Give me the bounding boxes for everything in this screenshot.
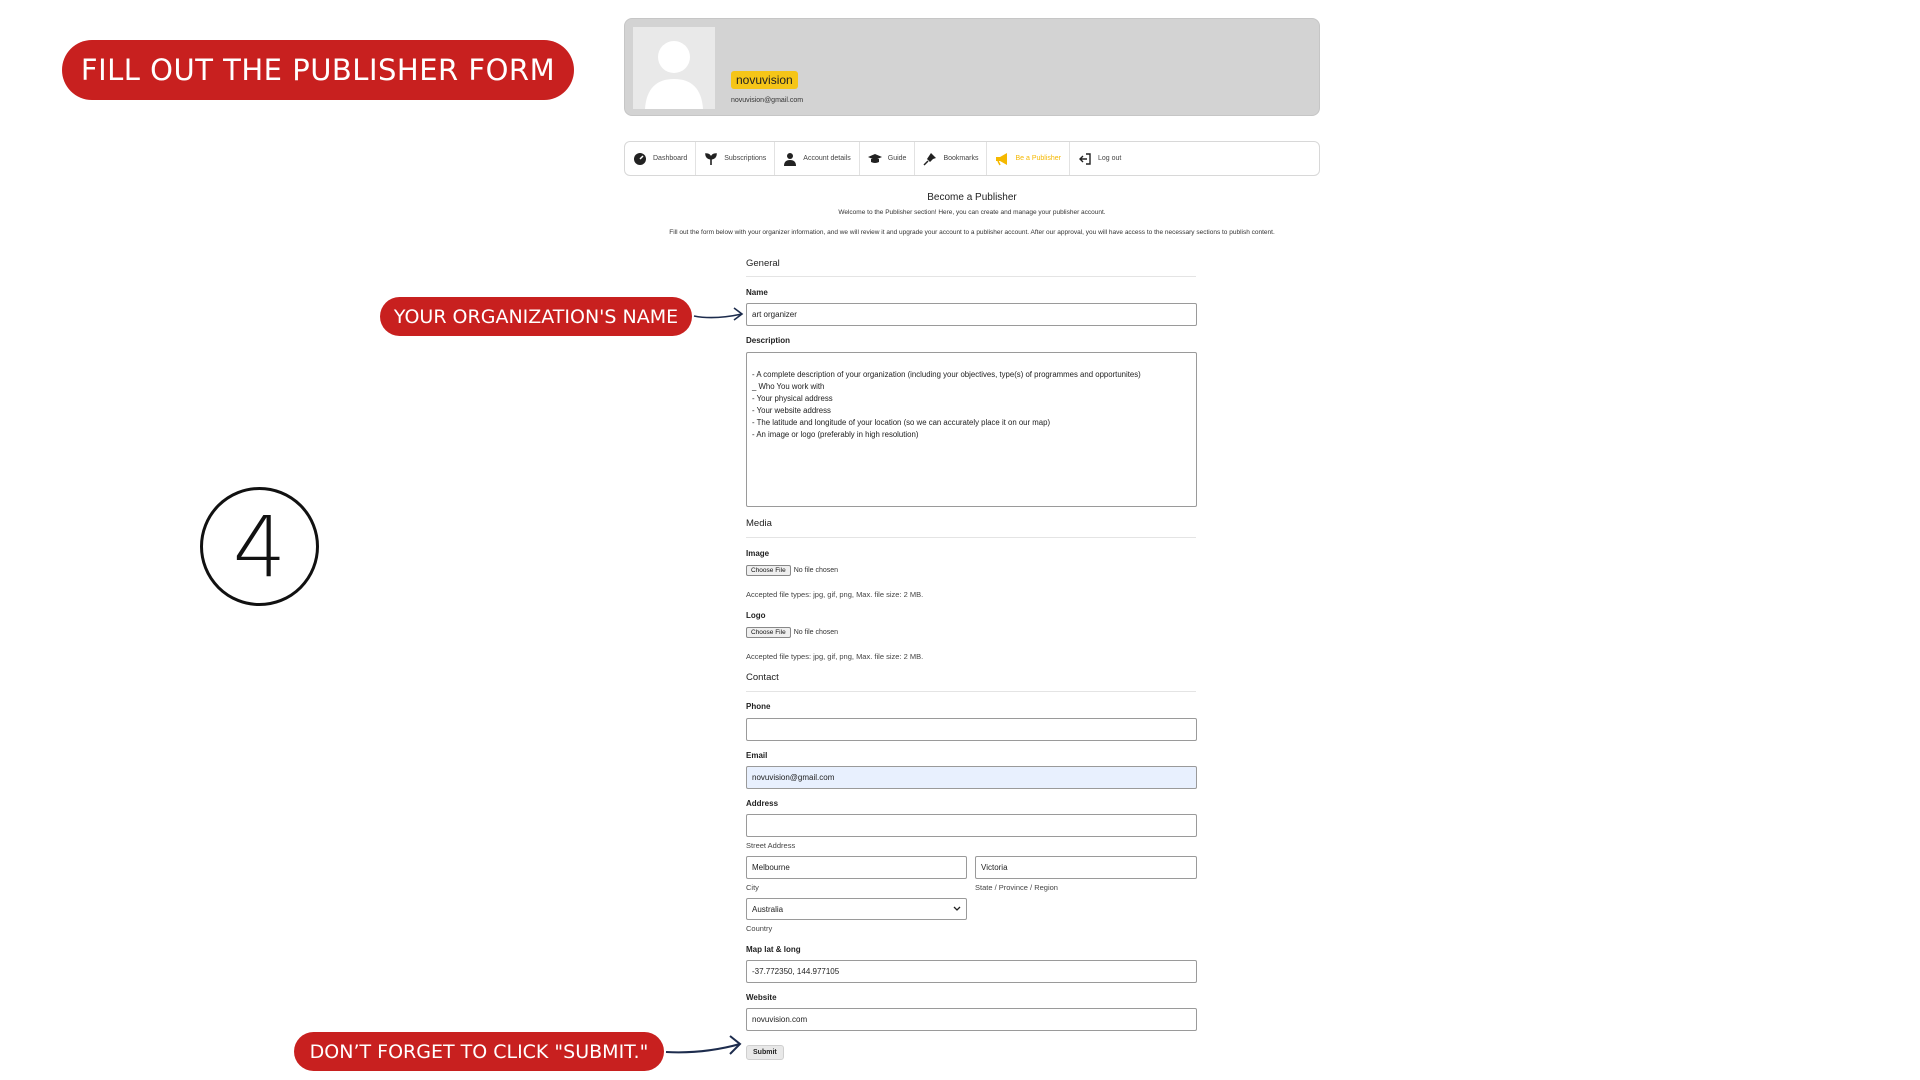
submit-hint-pill: DON’T FORGET TO CLICK "SUBMIT." bbox=[294, 1032, 664, 1071]
instruction-title-pill: FILL OUT THE PUBLISHER FORM bbox=[62, 40, 574, 100]
description-label: Description bbox=[746, 336, 791, 345]
section-divider bbox=[746, 691, 1196, 692]
submit-button[interactable]: Submit bbox=[746, 1045, 784, 1060]
nav-label: Bookmarks bbox=[943, 155, 979, 162]
chevron-down-icon bbox=[953, 906, 961, 911]
megaphone-icon bbox=[996, 152, 1008, 165]
nav-item-bookmarks[interactable]: Bookmarks bbox=[915, 142, 988, 175]
avatar bbox=[633, 27, 715, 109]
account-nav: Dashboard Subscriptions Account details … bbox=[624, 141, 1320, 176]
logo-file-input: Choose File No file chosen bbox=[746, 627, 838, 638]
email-field[interactable]: novuvision@gmail.com bbox=[746, 766, 1197, 789]
page-title: Become a Publisher bbox=[927, 192, 1017, 203]
state-input[interactable]: Victoria bbox=[975, 856, 1197, 879]
graduation-cap-icon bbox=[867, 153, 882, 163]
nav-item-dashboard[interactable]: Dashboard bbox=[625, 142, 697, 175]
intro-instructions: Fill out the form below with your organi… bbox=[669, 229, 1275, 236]
section-divider bbox=[746, 276, 1196, 277]
step-number-circle: 4 bbox=[200, 487, 319, 606]
street-address-input[interactable] bbox=[746, 814, 1197, 837]
image-accepted-types: Accepted file types: jpg, gif, png, Max.… bbox=[746, 590, 924, 599]
user-silhouette-icon bbox=[645, 41, 703, 109]
nav-item-account-details[interactable]: Account details bbox=[775, 142, 860, 175]
nav-label: Dashboard bbox=[653, 155, 688, 162]
logout-icon bbox=[1079, 152, 1091, 165]
name-label: Name bbox=[746, 288, 768, 297]
logo-file-status: No file chosen bbox=[793, 629, 839, 636]
street-address-caption: Street Address bbox=[746, 841, 796, 850]
state-caption: State / Province / Region bbox=[975, 883, 1058, 892]
image-label: Image bbox=[746, 549, 770, 558]
logo-label: Logo bbox=[746, 611, 766, 620]
submit-hint-arrow bbox=[665, 1035, 742, 1055]
profile-header: novuvision novuvision@gmail.com bbox=[624, 18, 1320, 116]
nav-item-subscriptions[interactable]: Subscriptions bbox=[696, 142, 776, 175]
nav-label: Account details bbox=[803, 155, 851, 162]
image-file-input: Choose File No file chosen bbox=[746, 565, 838, 576]
nav-item-be-a-publisher[interactable]: Be a Publisher bbox=[987, 142, 1070, 175]
section-general-title: General bbox=[746, 258, 780, 269]
logo-accepted-types: Accepted file types: jpg, gif, png, Max.… bbox=[746, 652, 924, 661]
city-input[interactable]: Melbourne bbox=[746, 856, 967, 879]
name-hint-pill: YOUR ORGANIZATION'S NAME bbox=[380, 297, 692, 336]
map-lat-long-input[interactable]: -37.772350, 144.977105 bbox=[746, 960, 1197, 983]
username-badge: novuvision bbox=[731, 71, 798, 89]
country-caption: Country bbox=[746, 924, 773, 933]
nav-item-log-out[interactable]: Log out bbox=[1070, 142, 1129, 175]
website-label: Website bbox=[746, 993, 777, 1002]
image-file-status: No file chosen bbox=[793, 567, 839, 574]
country-selected-value: Australia bbox=[752, 904, 784, 914]
nav-label: Log out bbox=[1098, 155, 1122, 162]
section-contact-title: Contact bbox=[746, 672, 779, 683]
image-choose-file-button[interactable]: Choose File bbox=[746, 565, 791, 576]
subscriptions-icon bbox=[705, 152, 718, 165]
nav-label: Guide bbox=[887, 155, 907, 162]
address-label: Address bbox=[746, 799, 779, 808]
name-hint-arrow bbox=[693, 307, 744, 321]
nav-item-guide[interactable]: Guide bbox=[860, 142, 916, 175]
gauge-icon bbox=[634, 152, 646, 165]
email-label: Email bbox=[746, 751, 768, 760]
website-input[interactable]: novuvision.com bbox=[746, 1008, 1197, 1031]
section-media-title: Media bbox=[746, 518, 772, 529]
section-divider bbox=[746, 537, 1196, 538]
country-select[interactable]: Australia bbox=[746, 898, 967, 920]
pin-icon bbox=[923, 152, 937, 166]
phone-label: Phone bbox=[746, 702, 771, 711]
map-lat-long-label: Map lat & long bbox=[746, 945, 801, 954]
phone-input[interactable] bbox=[746, 718, 1197, 741]
city-caption: City bbox=[746, 883, 759, 892]
nav-label: Subscriptions bbox=[724, 155, 767, 162]
user-email: novuvision@gmail.com bbox=[731, 97, 804, 104]
user-icon bbox=[784, 152, 797, 166]
description-textarea[interactable]: - A complete description of your organiz… bbox=[746, 352, 1197, 507]
intro-text: Welcome to the Publisher section! Here, … bbox=[838, 209, 1106, 216]
logo-choose-file-button[interactable]: Choose File bbox=[746, 627, 791, 638]
nav-label: Be a Publisher bbox=[1015, 155, 1061, 162]
name-input[interactable]: art organizer bbox=[746, 303, 1197, 326]
